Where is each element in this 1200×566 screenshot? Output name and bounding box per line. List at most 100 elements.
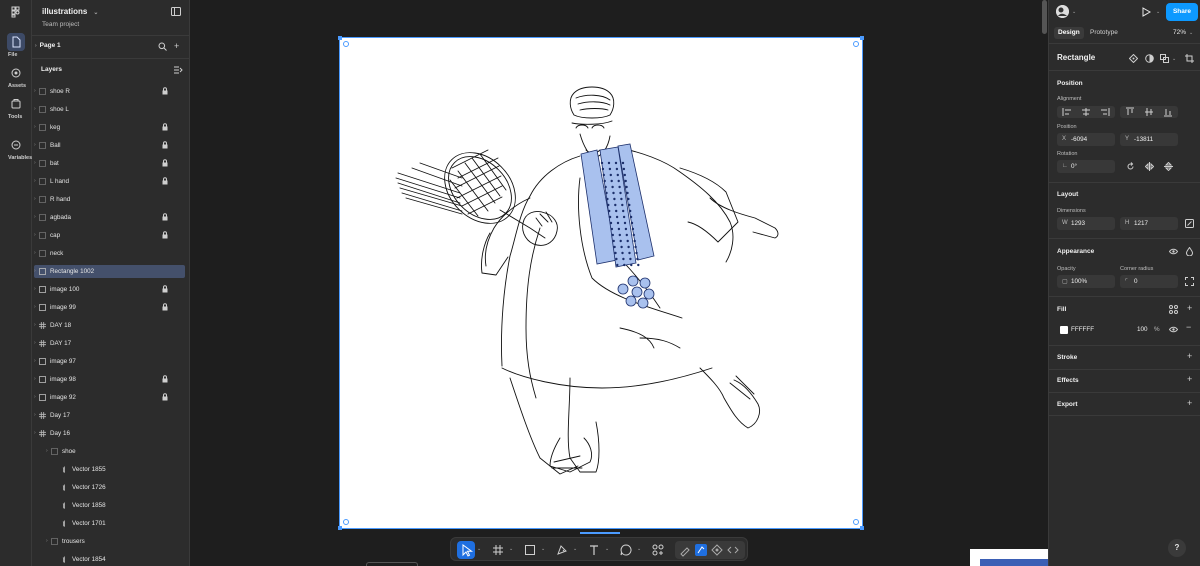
- align-left-icon[interactable]: [1060, 106, 1074, 118]
- layer-row[interactable]: Vector 1858: [32, 499, 190, 512]
- layer-row[interactable]: › Ball: [32, 139, 190, 152]
- eye-icon[interactable]: [1169, 247, 1178, 256]
- component-icon[interactable]: [1129, 54, 1138, 63]
- expand-caret-icon[interactable]: ›: [34, 268, 36, 274]
- move-tool-button[interactable]: [457, 541, 475, 559]
- resize-handle-top-left[interactable]: [343, 41, 349, 47]
- expand-caret-icon[interactable]: ›: [34, 106, 36, 112]
- draw-mode-icon[interactable]: [678, 543, 692, 557]
- resize-handle-bottom-right[interactable]: [853, 519, 859, 525]
- opacity-field[interactable]: ▢ 100%: [1057, 275, 1115, 288]
- expand-caret-icon[interactable]: ›: [46, 448, 48, 454]
- resize-handle-top-right[interactable]: [853, 41, 859, 47]
- chevron-down-icon[interactable]: ⌄: [1072, 9, 1076, 15]
- layer-row[interactable]: › shoe L: [32, 103, 190, 116]
- expand-caret-icon[interactable]: ›: [34, 286, 36, 292]
- chevron-down-icon[interactable]: ⌄: [1189, 30, 1193, 36]
- actions-button[interactable]: [649, 541, 667, 559]
- expand-caret-icon[interactable]: ›: [34, 430, 36, 436]
- layer-row[interactable]: › neck: [32, 247, 190, 260]
- expand-caret-icon[interactable]: ›: [34, 124, 36, 130]
- tab-prototype[interactable]: Prototype: [1086, 27, 1122, 39]
- rail-variables[interactable]: Variables: [0, 136, 32, 161]
- lock-icon[interactable]: [162, 285, 168, 293]
- flip-horizontal-icon[interactable]: [1145, 162, 1154, 171]
- text-tool-button[interactable]: [585, 541, 603, 559]
- layer-row[interactable]: Vector 1855: [32, 463, 190, 476]
- dev-mode-icon[interactable]: [726, 543, 740, 557]
- width-field[interactable]: W 1293: [1057, 217, 1115, 230]
- rotation-field[interactable]: ∟ 0°: [1057, 160, 1115, 173]
- mask-icon[interactable]: [1145, 54, 1154, 63]
- tab-design[interactable]: Design: [1054, 27, 1084, 39]
- expand-caret-icon[interactable]: ›: [34, 322, 36, 328]
- frame-tool-button[interactable]: [489, 541, 507, 559]
- rectangle-frame[interactable]: [338, 36, 864, 530]
- align-right-icon[interactable]: [1098, 106, 1112, 118]
- x-position-field[interactable]: X -6094: [1057, 133, 1115, 146]
- independent-corners-icon[interactable]: [1185, 277, 1194, 286]
- fill-row[interactable]: FFFFFF: [1057, 323, 1137, 336]
- pen-tool-button[interactable]: [553, 541, 571, 559]
- layer-row[interactable]: › image 98: [32, 373, 190, 386]
- present-icon[interactable]: [1141, 7, 1151, 17]
- fill-opacity[interactable]: 100: [1137, 326, 1148, 333]
- layer-row[interactable]: › R hand: [32, 193, 190, 206]
- chevron-down-icon[interactable]: ⌄: [1156, 9, 1160, 15]
- align-bottom-icon[interactable]: [1161, 106, 1175, 118]
- height-field[interactable]: H 1217: [1120, 217, 1178, 230]
- layer-row[interactable]: Vector 1701: [32, 517, 190, 530]
- rail-file[interactable]: File: [0, 33, 32, 58]
- layer-row[interactable]: › image 99: [32, 301, 190, 314]
- design-mode-icon[interactable]: [694, 543, 708, 557]
- lock-icon[interactable]: [162, 177, 168, 185]
- add-stroke-icon[interactable]: +: [1187, 351, 1192, 361]
- layer-row[interactable]: › image 97: [32, 355, 190, 368]
- expand-caret-icon[interactable]: ›: [46, 538, 48, 544]
- search-icon[interactable]: [158, 42, 167, 51]
- chevron-down-icon[interactable]: ⌄: [573, 546, 577, 552]
- expand-caret-icon[interactable]: ›: [34, 178, 36, 184]
- rail-tools[interactable]: Tools: [0, 95, 32, 120]
- file-title[interactable]: illustrations ⌄: [42, 7, 98, 16]
- layer-row[interactable]: › Day 17: [32, 409, 190, 422]
- chevron-down-icon[interactable]: ⌄: [1172, 56, 1176, 62]
- expand-caret-icon[interactable]: ›: [34, 250, 36, 256]
- flip-vertical-icon[interactable]: [1164, 162, 1173, 171]
- lock-icon[interactable]: [162, 375, 168, 383]
- expand-caret-icon[interactable]: ›: [34, 232, 36, 238]
- eye-icon[interactable]: [1169, 325, 1178, 334]
- help-button[interactable]: ?: [1168, 539, 1186, 557]
- layer-row[interactable]: › cap: [32, 229, 190, 242]
- add-fill-icon[interactable]: +: [1187, 303, 1192, 313]
- align-middle-icon[interactable]: [1142, 106, 1156, 118]
- fill-swatch[interactable]: [1060, 326, 1068, 334]
- zoom-level[interactable]: 72%: [1173, 29, 1186, 36]
- expand-caret-icon[interactable]: ›: [34, 142, 36, 148]
- layer-row[interactable]: Vector 1726: [32, 481, 190, 494]
- lock-icon[interactable]: [162, 87, 168, 95]
- layer-row[interactable]: › DAY 18: [32, 319, 190, 332]
- add-effect-icon[interactable]: +: [1187, 374, 1192, 384]
- prototype-mode-icon[interactable]: [710, 543, 724, 557]
- add-export-icon[interactable]: +: [1187, 398, 1192, 408]
- chevron-down-icon[interactable]: ⌄: [541, 546, 545, 552]
- lock-icon[interactable]: [162, 159, 168, 167]
- remove-fill-icon[interactable]: −: [1186, 322, 1191, 332]
- resize-handle-bottom-left[interactable]: [343, 519, 349, 525]
- styles-grid-icon[interactable]: [1169, 305, 1178, 314]
- expand-caret-icon[interactable]: ›: [34, 304, 36, 310]
- lock-icon[interactable]: [162, 231, 168, 239]
- collapse-layers-icon[interactable]: [174, 66, 183, 74]
- layer-row[interactable]: › image 92: [32, 391, 190, 404]
- crop-icon[interactable]: [1185, 54, 1194, 63]
- page-selector[interactable]: › Page 1 +: [32, 39, 190, 54]
- shape-tool-button[interactable]: [521, 541, 539, 559]
- corner-radius-field[interactable]: ⌜ 0: [1120, 275, 1178, 288]
- layer-row[interactable]: › Day 16: [32, 427, 190, 440]
- layer-row[interactable]: › bat: [32, 157, 190, 170]
- expand-caret-icon[interactable]: ›: [34, 340, 36, 346]
- chevron-down-icon[interactable]: ⌄: [477, 546, 481, 552]
- expand-caret-icon[interactable]: ›: [34, 358, 36, 364]
- layer-row[interactable]: › L hand: [32, 175, 190, 188]
